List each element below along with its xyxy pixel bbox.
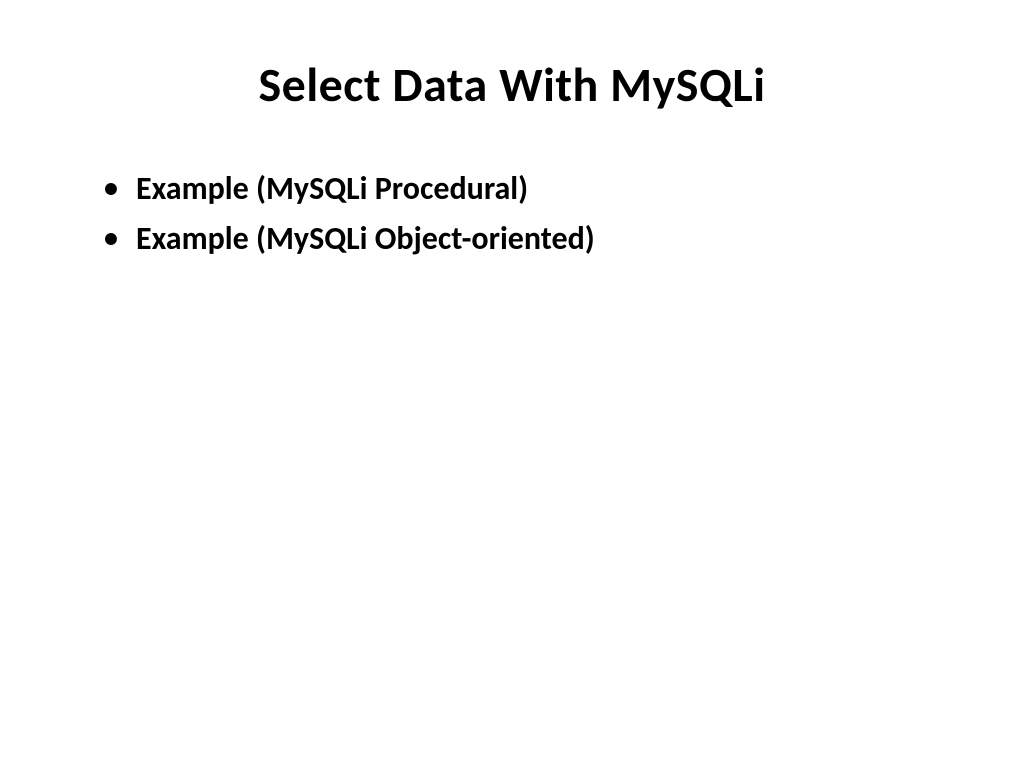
bullet-list: • Example (MySQLi Procedural) • Example …: [90, 164, 934, 263]
bullet-icon: •: [104, 214, 118, 262]
slide-container: Select Data With MySQLi • Example (MySQL…: [0, 0, 1024, 768]
list-item: • Example (MySQLi Object-oriented): [104, 214, 934, 264]
bullet-icon: •: [104, 164, 118, 212]
bullet-text: Example (MySQLi Procedural): [136, 164, 528, 214]
list-item: • Example (MySQLi Procedural): [104, 164, 934, 214]
slide-title: Select Data With MySQLi: [90, 55, 934, 114]
bullet-text: Example (MySQLi Object-oriented): [136, 214, 595, 264]
